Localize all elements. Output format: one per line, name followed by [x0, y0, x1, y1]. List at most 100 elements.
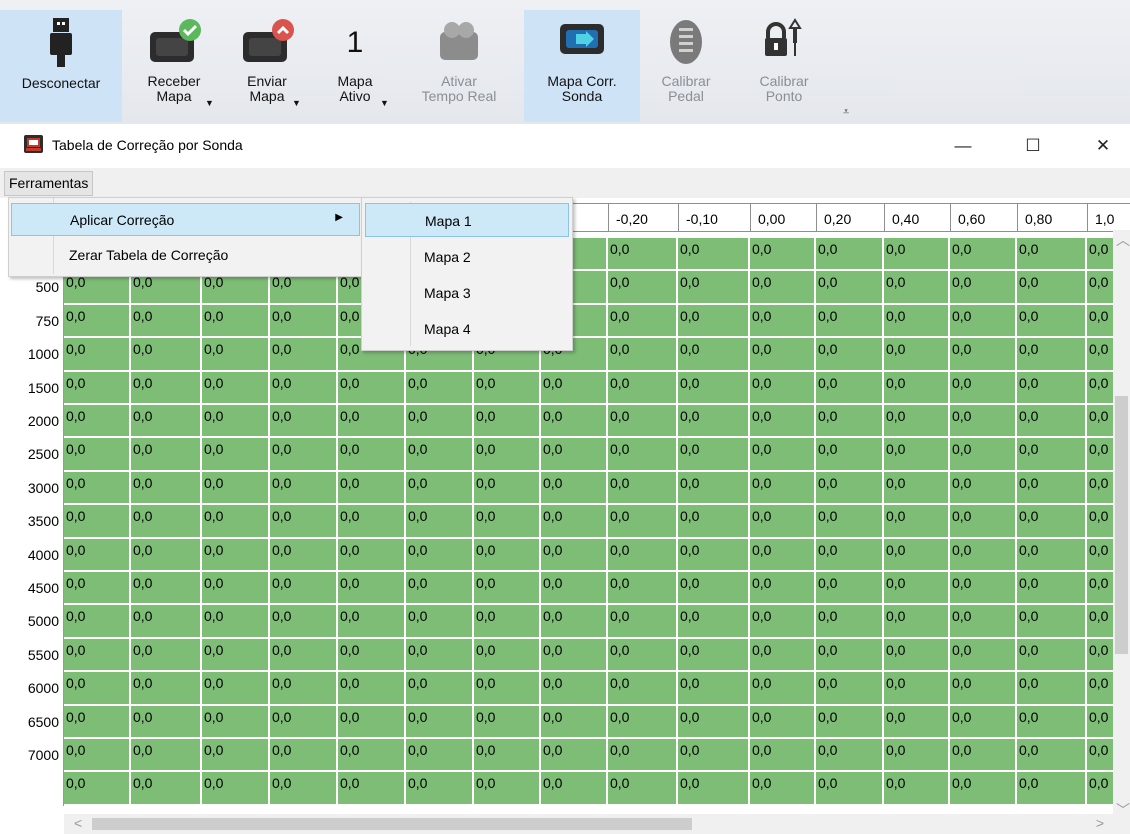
table-cell[interactable]: 0,0	[816, 772, 884, 806]
table-cell[interactable]: 0,0	[950, 471, 1017, 506]
table-cell[interactable]: 0,0	[678, 238, 750, 272]
table-cell[interactable]: 0,0	[608, 705, 678, 739]
table-cell[interactable]: 0,0	[406, 505, 474, 539]
table-cell[interactable]: 0,0	[678, 371, 750, 405]
table-cell[interactable]: 0,0	[541, 572, 608, 606]
table-cell[interactable]: 0,0	[338, 705, 406, 739]
table-cell[interactable]: 0,0	[750, 505, 816, 539]
table-cell[interactable]: 0,0	[338, 572, 406, 606]
table-cell[interactable]: 0,0	[202, 438, 270, 472]
table-cell[interactable]: 0,0	[474, 505, 541, 539]
table-cell[interactable]: 0,0	[541, 672, 608, 706]
table-cell[interactable]: 0,0	[202, 672, 270, 706]
table-cell[interactable]: 0,0	[406, 538, 474, 572]
table-cell[interactable]: 0,0	[678, 572, 750, 606]
table-cell[interactable]: 0,0	[816, 505, 884, 539]
table-cell[interactable]: 0,0	[884, 238, 950, 272]
table-cell[interactable]: 0,0	[750, 371, 816, 405]
table-cell[interactable]: 0,0	[338, 672, 406, 706]
table-cell[interactable]: 0,0	[750, 705, 816, 739]
table-cell[interactable]: 0,0	[64, 772, 131, 806]
table-cell[interactable]: 0,0	[270, 572, 338, 606]
horizontal-scrollbar[interactable]: < >	[64, 814, 1130, 834]
table-cell[interactable]: 0,0	[406, 405, 474, 439]
submenu-item-mapa-4[interactable]: Mapa 4	[365, 312, 569, 346]
table-cell[interactable]: 0,0	[406, 471, 474, 506]
table-cell[interactable]: 0,0	[1017, 638, 1087, 673]
table-cell[interactable]: 0,0	[64, 405, 131, 439]
table-cell[interactable]: 0,0	[884, 371, 950, 405]
table-cell[interactable]: 0,0	[64, 371, 131, 405]
table-cell[interactable]: 0,0	[131, 371, 202, 405]
table-cell[interactable]: 0,0	[541, 371, 608, 405]
table-cell[interactable]: 0,0	[750, 438, 816, 472]
table-cell[interactable]: 0,0	[270, 505, 338, 539]
table-cell[interactable]: 0,0	[608, 739, 678, 773]
realtime-button[interactable]: Ativar Tempo Real	[400, 10, 518, 122]
menu-ferramentas[interactable]: Ferramentas	[4, 171, 94, 196]
table-cell[interactable]: 0,0	[406, 371, 474, 405]
table-cell[interactable]: 0,0	[816, 304, 884, 339]
table-cell[interactable]: 0,0	[750, 471, 816, 506]
table-cell[interactable]: 0,0	[884, 605, 950, 639]
submenu-item-mapa-1[interactable]: Mapa 1	[365, 203, 569, 237]
table-cell[interactable]: 0,0	[64, 739, 131, 773]
table-cell[interactable]: 0,0	[202, 572, 270, 606]
submenu-item-mapa-2[interactable]: Mapa 2	[365, 240, 569, 274]
table-cell[interactable]: 0,0	[884, 338, 950, 372]
table-cell[interactable]: 0,0	[131, 772, 202, 806]
table-cell[interactable]: 0,0	[202, 772, 270, 806]
table-cell[interactable]: 0,0	[541, 772, 608, 806]
table-cell[interactable]: 0,0	[678, 739, 750, 773]
table-cell[interactable]: 0,0	[64, 638, 131, 673]
table-cell[interactable]: 0,0	[1017, 505, 1087, 539]
table-cell[interactable]: 0,0	[678, 271, 750, 305]
table-cell[interactable]: 0,0	[884, 271, 950, 305]
menu-item-aplicar-correcao[interactable]: Aplicar Correção ▶	[11, 203, 360, 236]
table-cell[interactable]: 0,0	[750, 572, 816, 606]
lambda-map-button[interactable]: Mapa Corr. Sonda	[524, 10, 640, 122]
submenu-item-mapa-3[interactable]: Mapa 3	[365, 276, 569, 310]
table-cell[interactable]: 0,0	[950, 338, 1017, 372]
table-cell[interactable]: 0,0	[202, 739, 270, 773]
table-cell[interactable]: 0,0	[131, 471, 202, 506]
menu-item-zerar-tabela[interactable]: Zerar Tabela de Correção	[11, 239, 360, 272]
table-cell[interactable]: 0,0	[270, 371, 338, 405]
table-cell[interactable]: 0,0	[1017, 371, 1087, 405]
table-cell[interactable]: 0,0	[131, 304, 202, 339]
table-cell[interactable]: 0,0	[1017, 271, 1087, 305]
table-cell[interactable]: 0,0	[816, 338, 884, 372]
table-cell[interactable]: 0,0	[1017, 538, 1087, 572]
table-cell[interactable]: 0,0	[474, 572, 541, 606]
table-cell[interactable]: 0,0	[64, 438, 131, 472]
table-cell[interactable]: 0,0	[608, 405, 678, 439]
table-cell[interactable]: 0,0	[406, 772, 474, 806]
table-cell[interactable]: 0,0	[338, 505, 406, 539]
table-cell[interactable]: 0,0	[608, 672, 678, 706]
table-cell[interactable]: 0,0	[541, 471, 608, 506]
table-cell[interactable]: 0,0	[1017, 471, 1087, 506]
table-cell[interactable]: 0,0	[1017, 772, 1087, 806]
table-cell[interactable]: 0,0	[608, 638, 678, 673]
table-cell[interactable]: 0,0	[950, 739, 1017, 773]
table-cell[interactable]: 0,0	[816, 672, 884, 706]
table-cell[interactable]: 0,0	[1017, 338, 1087, 372]
table-cell[interactable]: 0,0	[202, 538, 270, 572]
table-cell[interactable]: 0,0	[131, 505, 202, 539]
table-cell[interactable]: 0,0	[338, 471, 406, 506]
table-cell[interactable]: 0,0	[474, 438, 541, 472]
table-cell[interactable]: 0,0	[270, 338, 338, 372]
table-cell[interactable]: 0,0	[950, 271, 1017, 305]
table-cell[interactable]: 0,0	[1017, 405, 1087, 439]
table-cell[interactable]: 0,0	[950, 304, 1017, 339]
send-map-button[interactable]: Enviar Mapa ▼	[222, 10, 312, 122]
table-cell[interactable]: 0,0	[406, 638, 474, 673]
table-cell[interactable]: 0,0	[608, 772, 678, 806]
table-cell[interactable]: 0,0	[884, 705, 950, 739]
table-cell[interactable]: 0,0	[64, 471, 131, 506]
table-cell[interactable]: 0,0	[64, 705, 131, 739]
table-cell[interactable]: 0,0	[608, 438, 678, 472]
table-cell[interactable]: 0,0	[131, 638, 202, 673]
table-cell[interactable]: 0,0	[950, 438, 1017, 472]
table-cell[interactable]: 0,0	[406, 705, 474, 739]
